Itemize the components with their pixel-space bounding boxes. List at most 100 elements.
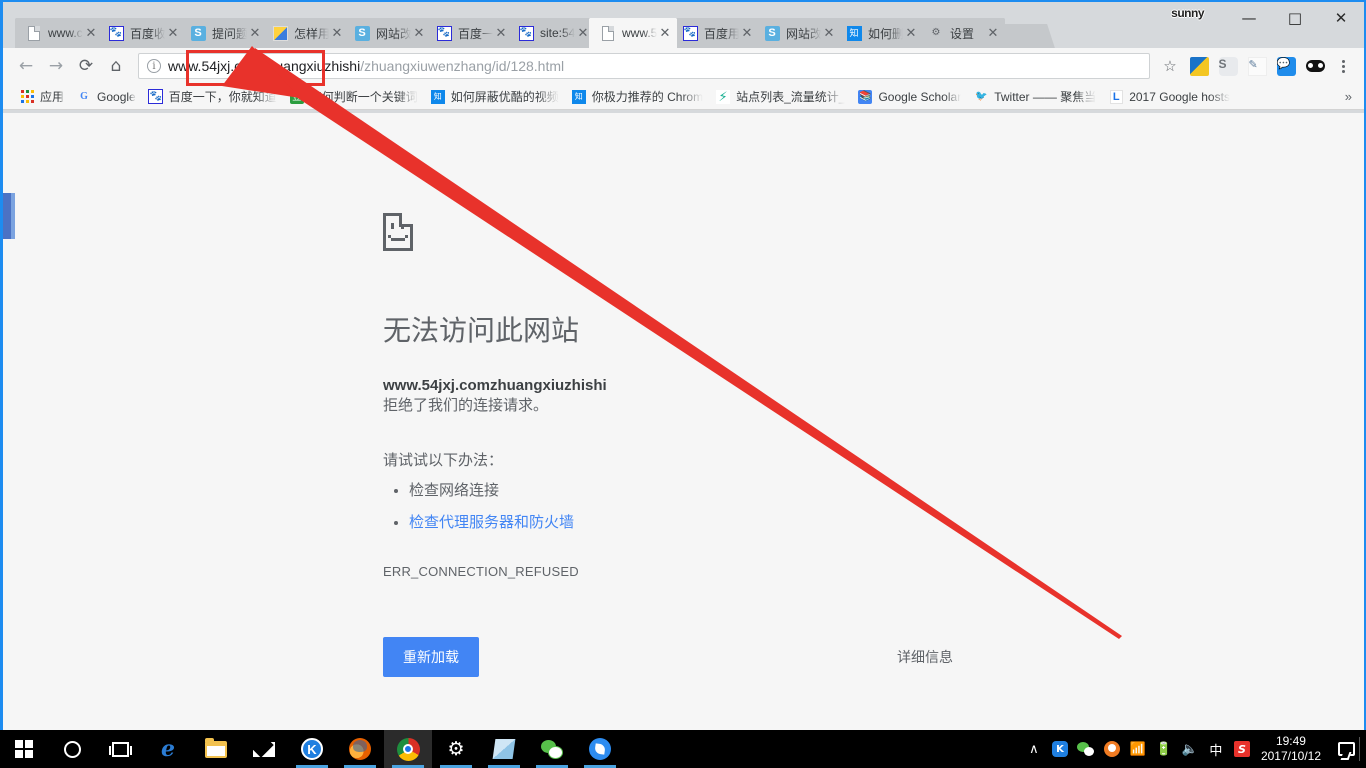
firefox-taskbar-item[interactable]	[336, 730, 384, 768]
bookmark-apps[interactable]: 应用	[13, 86, 70, 108]
browser-tab[interactable]: 知 如何删 ✕	[835, 18, 923, 48]
tray-expand-icon[interactable]: ∧	[1021, 730, 1047, 768]
browser-tab[interactable]: 🐾 百度一 ✕	[425, 18, 513, 48]
zhihu-icon: 知	[571, 89, 587, 105]
list-item: 检查网络连接	[409, 480, 623, 503]
scroll-indicator[interactable]	[3, 193, 11, 239]
browser-tab[interactable]: www.c ✕	[15, 18, 103, 48]
bookmark-star-icon[interactable]: ☆	[1157, 53, 1183, 79]
edge-taskbar-item[interactable]: e	[144, 730, 192, 768]
browser-tab[interactable]: 🐾 百度收 ✕	[97, 18, 185, 48]
bookmark-label: 站点列表_流量统计_	[736, 90, 846, 104]
new-tab-button[interactable]	[1007, 24, 1045, 48]
chrome-taskbar-item[interactable]	[384, 730, 432, 768]
settings-taskbar-item[interactable]: ⚙	[432, 730, 480, 768]
twitter-icon: 🐦	[974, 91, 988, 102]
bookmark-item[interactable]: 知 你极力推荐的 Chrom	[565, 86, 709, 108]
color-icon	[272, 25, 288, 41]
task-view-button[interactable]	[96, 730, 144, 768]
reload-button[interactable]: 重新加载	[383, 637, 479, 678]
chat-bubble-icon[interactable]: 💬	[1273, 53, 1299, 79]
system-tray: ∧ K 📶 🔋 🔈 中 S 19:49 2017/10/12	[1021, 730, 1366, 768]
browser-tab[interactable]: 怎样用 ✕	[261, 18, 349, 48]
google-scholar-icon: 📚	[858, 89, 873, 104]
reload-button[interactable]: ⟳	[71, 51, 101, 81]
forward-button[interactable]: →	[41, 51, 71, 81]
browser-tab[interactable]: S 网站改 ✕	[753, 18, 841, 48]
bookmark-item[interactable]: 📚 Google Scholar	[851, 86, 967, 108]
script-icon[interactable]: ✎	[1244, 53, 1270, 79]
thunder-tray-icon[interactable]	[1099, 730, 1125, 768]
hosts-icon: L	[1108, 89, 1124, 105]
three-dot-menu-icon[interactable]	[1330, 53, 1356, 79]
sogou-s-icon[interactable]: S	[1215, 53, 1241, 79]
scroll-indicator-secondary[interactable]	[11, 193, 15, 239]
start-button[interactable]	[0, 730, 48, 768]
panda-eyes-icon[interactable]	[1302, 53, 1328, 79]
notification-icon[interactable]	[1331, 730, 1357, 768]
home-button[interactable]: ⌂	[101, 51, 131, 81]
browser-taskbar-item[interactable]	[576, 730, 624, 768]
address-bar[interactable]: i www. 54jxj.comzhuangxiuzhishi/zhuangxiu…	[138, 53, 1150, 79]
tab-close-icon[interactable]: ✕	[985, 25, 1001, 41]
list-item[interactable]: 检查代理服务器和防火墙	[409, 512, 623, 535]
wechat-tray-icon[interactable]	[1073, 730, 1099, 768]
close-button[interactable]: ✕	[1318, 2, 1364, 34]
proxy-firewall-link[interactable]: 检查代理服务器和防火墙	[409, 514, 574, 531]
screen: www.c ✕ 🐾 百度收 ✕ S 提问题 ✕ 怎样用 ✕ S 网站改 ✕ 🐾 …	[0, 0, 1366, 768]
profile-name-label[interactable]: sunny	[1171, 6, 1204, 20]
bookmark-item[interactable]: 🐦 Twitter —— 聚焦当	[967, 86, 1102, 108]
bookmark-label: 你极力推荐的 Chrom	[591, 90, 704, 104]
browser-tab[interactable]: 🐾 site:54 ✕	[507, 18, 595, 48]
bookmark-label: 应用	[40, 90, 65, 104]
bookmarks-bar: 应用 G Google 🐾 百度一下，你就知道 豆 如何判断一个关键词 知 如何…	[3, 84, 1364, 110]
volume-icon[interactable]: 🔈	[1177, 730, 1203, 768]
mail-taskbar-item[interactable]	[240, 730, 288, 768]
tab-close-icon[interactable]: ✕	[657, 25, 673, 41]
bookmark-item[interactable]: L 2017 Google hosts	[1102, 86, 1236, 108]
gear-icon: ⚙	[447, 738, 465, 760]
site-info-icon[interactable]: i	[147, 59, 161, 73]
kingsoft-taskbar-item[interactable]: K	[288, 730, 336, 768]
bookmark-item[interactable]: 知 如何屏蔽优酷的视频	[424, 86, 565, 108]
wechat-icon	[541, 739, 563, 759]
explorer-taskbar-item[interactable]	[192, 730, 240, 768]
wifi-icon[interactable]: 📶	[1125, 730, 1151, 768]
bookmark-item[interactable]: ⚡ 站点列表_流量统计_	[709, 86, 851, 108]
browser-tab-active[interactable]: www.5 ✕	[589, 18, 677, 48]
browser-tab[interactable]: ⚙ 设置 ✕	[917, 18, 1005, 48]
app-blue-icon[interactable]	[1186, 53, 1212, 79]
url-path: /zhuangxiuwenzhang/id/128.html	[360, 58, 565, 74]
window-controls: — □ ✕	[1226, 2, 1364, 34]
baidu-icon: 🐾	[682, 25, 698, 41]
tab-title: 网站改	[786, 26, 821, 41]
details-button[interactable]: 详细信息	[897, 647, 953, 667]
notes-taskbar-item[interactable]	[480, 730, 528, 768]
back-button[interactable]: ←	[11, 51, 41, 81]
cortana-button[interactable]	[48, 730, 96, 768]
edge-icon: e	[161, 736, 175, 762]
bookmark-item[interactable]: 豆 如何判断一个关键词	[283, 86, 424, 108]
bookmark-item[interactable]: G Google	[70, 86, 142, 108]
maximize-button[interactable]: □	[1272, 2, 1318, 34]
gear-icon: ⚙	[931, 27, 941, 38]
bookmark-item[interactable]: 🐾 百度一下，你就知道	[142, 86, 283, 108]
ime-indicator[interactable]: 中	[1203, 730, 1229, 768]
google-g-icon: G	[80, 91, 88, 102]
cortana-circle-icon	[63, 740, 81, 758]
baidu-icon: 🐾	[108, 25, 124, 41]
kingsoft-tray-icon[interactable]: K	[1047, 730, 1073, 768]
minimize-button[interactable]: —	[1226, 2, 1272, 34]
battery-icon[interactable]: 🔋	[1151, 730, 1177, 768]
clock[interactable]: 19:49 2017/10/12	[1255, 734, 1331, 764]
sad-page-icon	[383, 213, 413, 251]
sogou-icon: S	[190, 25, 206, 41]
sogou-tray-icon[interactable]: S	[1229, 730, 1255, 768]
browser-tab[interactable]: S 网站改 ✕	[343, 18, 431, 48]
bookmarks-overflow-button[interactable]: »	[1337, 89, 1360, 104]
bookmark-label: 如何判断一个关键词	[309, 90, 418, 104]
wechat-taskbar-item[interactable]	[528, 730, 576, 768]
browser-tab[interactable]: S 提问题 ✕	[179, 18, 267, 48]
chrome-icon	[396, 737, 420, 761]
browser-tab[interactable]: 🐾 百度用 ✕	[671, 18, 759, 48]
